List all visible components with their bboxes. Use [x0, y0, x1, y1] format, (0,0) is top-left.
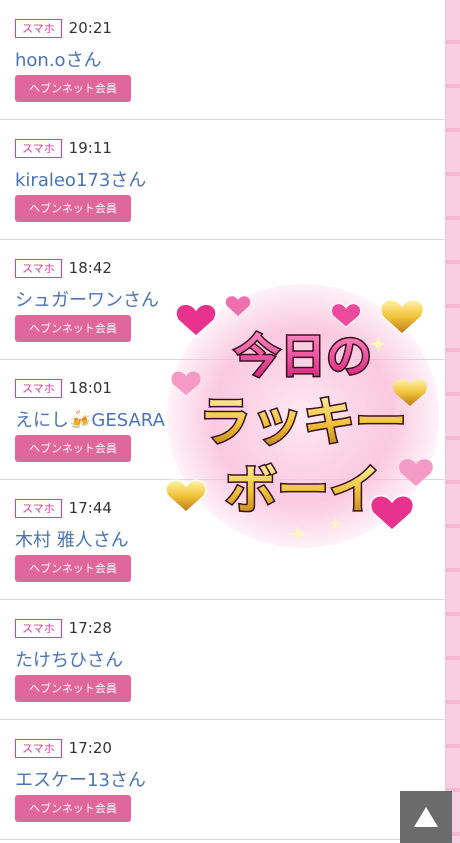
- heart-icon: [166, 479, 207, 514]
- entry-time: 20:21: [68, 19, 112, 37]
- member-badge: ヘブンネット会員: [15, 795, 131, 822]
- list-item[interactable]: スマホ 20:21 hon.oさん ヘブンネット会員: [0, 0, 446, 120]
- side-decoration-stripe: [445, 0, 460, 843]
- visitor-name-link[interactable]: kiraleo173さん: [15, 166, 146, 192]
- sticker-line-1: 今日の: [234, 329, 372, 383]
- entry-time: 19:11: [68, 139, 112, 157]
- entry-meta: スマホ 17:44: [15, 497, 112, 519]
- device-badge: スマホ: [15, 618, 62, 638]
- device-badge: スマホ: [15, 18, 62, 38]
- visitor-name-link[interactable]: えにし🍻GESARA: [15, 406, 165, 432]
- device-badge: スマホ: [15, 498, 62, 518]
- visitor-name-link[interactable]: エスケー13さん: [15, 766, 146, 792]
- visitor-name-link[interactable]: シュガーワンさん: [15, 286, 159, 312]
- entry-meta: スマホ 20:21: [15, 17, 112, 39]
- list-item[interactable]: スマホ 17:28 たけちひさん ヘブンネット会員: [0, 600, 446, 720]
- visitor-name-link[interactable]: hon.oさん: [15, 46, 102, 72]
- entry-meta: スマホ 17:28: [15, 617, 112, 639]
- visitor-name-link[interactable]: 木村 雅人さん: [15, 526, 129, 552]
- member-badge: ヘブンネット会員: [15, 675, 131, 702]
- entry-meta: スマホ 18:01: [15, 377, 112, 399]
- entry-meta: スマホ 19:11: [15, 137, 112, 159]
- device-badge: スマホ: [15, 258, 62, 278]
- entry-time: 18:01: [68, 379, 112, 397]
- entry-time: 17:20: [68, 739, 112, 757]
- entry-meta: スマホ 18:42: [15, 257, 112, 279]
- list-item[interactable]: スマホ 17:20 エスケー13さん ヘブンネット会員: [0, 720, 446, 840]
- sticker-line-3: ボーイ: [225, 461, 381, 521]
- device-badge: スマホ: [15, 138, 62, 158]
- member-badge: ヘブンネット会員: [15, 75, 131, 102]
- member-badge: ヘブンネット会員: [15, 555, 131, 582]
- device-badge: スマホ: [15, 378, 62, 398]
- member-badge: ヘブンネット会員: [15, 435, 131, 462]
- entry-time: 17:28: [68, 619, 112, 637]
- device-badge: スマホ: [15, 738, 62, 758]
- list-item[interactable]: スマホ 19:11 kiraleo173さん ヘブンネット会員: [0, 120, 446, 240]
- triangle-up-icon: [414, 807, 438, 827]
- visitor-name-link[interactable]: たけちひさん: [15, 646, 123, 672]
- entry-time: 17:44: [68, 499, 112, 517]
- scroll-to-top-button[interactable]: [400, 791, 452, 843]
- lucky-boy-sticker: 今日の ラッキー ボーイ: [166, 284, 439, 548]
- member-badge: ヘブンネット会員: [15, 195, 131, 222]
- entry-meta: スマホ 17:20: [15, 737, 112, 759]
- sticker-line-2: ラッキー: [199, 393, 407, 453]
- member-badge: ヘブンネット会員: [15, 315, 131, 342]
- entry-time: 18:42: [68, 259, 112, 277]
